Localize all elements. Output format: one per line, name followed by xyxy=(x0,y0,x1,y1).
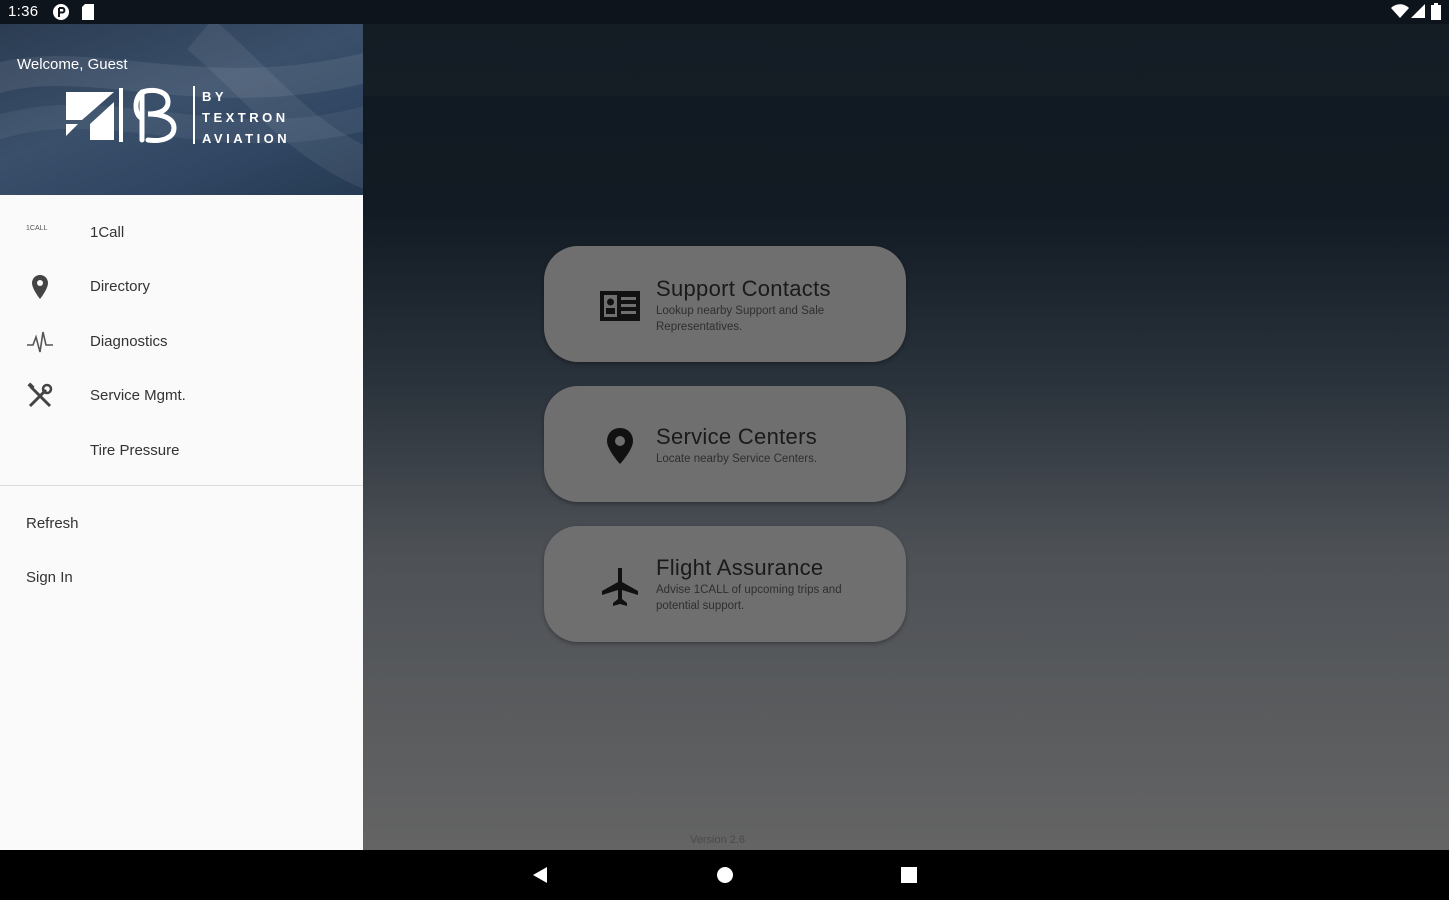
support-contacts-card[interactable]: Support Contacts Lookup nearby Support a… xyxy=(544,246,906,362)
navigation-drawer: Welcome, Guest BY TEXTRON AVIATION 1CALL… xyxy=(0,24,363,850)
drawer-item-label: Service Mgmt. xyxy=(90,387,186,404)
drawer-item-label: Diagnostics xyxy=(90,333,168,350)
drawer-divider xyxy=(0,485,363,486)
battery-icon xyxy=(1431,3,1441,20)
drawer-item-label: 1Call xyxy=(90,224,125,241)
airplane-icon xyxy=(602,568,638,606)
service-centers-card[interactable]: Service Centers Locate nearby Service Ce… xyxy=(544,386,906,502)
pulse-icon xyxy=(27,331,53,353)
logo-text: BY TEXTRON AVIATION xyxy=(202,89,291,146)
flight-assurance-card[interactable]: Flight Assurance Advise 1CALL of upcomin… xyxy=(544,526,906,642)
1call-icon: 1CALL xyxy=(26,225,48,232)
cell-signal-icon xyxy=(1411,4,1425,18)
version-label: Version 2.6 xyxy=(690,834,746,846)
welcome-text: Welcome, Guest xyxy=(17,56,128,73)
drawer-item-service-mgmt[interactable]: Service Mgmt. xyxy=(0,368,363,422)
card-subtitle: Lookup nearby Support and Sale Represent… xyxy=(656,305,825,333)
drawer-item-directory[interactable]: Directory xyxy=(0,259,363,313)
card-title: Flight Assurance xyxy=(656,555,824,580)
drawer-item-label: Tire Pressure xyxy=(90,442,180,459)
card-title: Support Contacts xyxy=(656,276,831,301)
logo-mark-icon xyxy=(66,87,177,143)
card-title: Service Centers xyxy=(656,424,818,449)
drawer-item-label: Directory xyxy=(90,278,151,295)
system-nav-bar xyxy=(0,850,1449,900)
back-icon[interactable] xyxy=(531,866,549,884)
status-time: 1:36 xyxy=(8,3,39,20)
logo-divider xyxy=(193,86,195,144)
sd-card-icon xyxy=(82,4,94,20)
drawer-item-1call[interactable]: 1CALL 1Call xyxy=(0,205,363,259)
drawer-item-tire-pressure[interactable]: Tire Pressure xyxy=(0,423,363,477)
location-pin-icon xyxy=(607,428,633,464)
card-subtitle: Locate nearby Service Centers. xyxy=(656,453,818,465)
drawer-header: Welcome, Guest BY TEXTRON AVIATION xyxy=(0,24,363,195)
contact-card-icon xyxy=(600,291,640,321)
home-icon[interactable] xyxy=(716,866,734,884)
brand-logo: BY TEXTRON AVIATION xyxy=(64,84,287,149)
app-bar xyxy=(363,24,1449,96)
status-bar: 1:36 xyxy=(0,0,1449,24)
drawer-item-diagnostics[interactable]: Diagnostics xyxy=(0,314,363,368)
wifi-icon xyxy=(1391,4,1409,18)
sign-in-button[interactable]: Sign In xyxy=(26,569,73,586)
card-subtitle: Advise 1CALL of upcoming trips and poten… xyxy=(656,584,842,612)
tools-icon xyxy=(27,382,53,408)
location-pin-icon xyxy=(32,275,48,299)
p-icon xyxy=(53,4,69,20)
recents-icon[interactable] xyxy=(900,866,918,884)
refresh-button[interactable]: Refresh xyxy=(26,515,79,532)
